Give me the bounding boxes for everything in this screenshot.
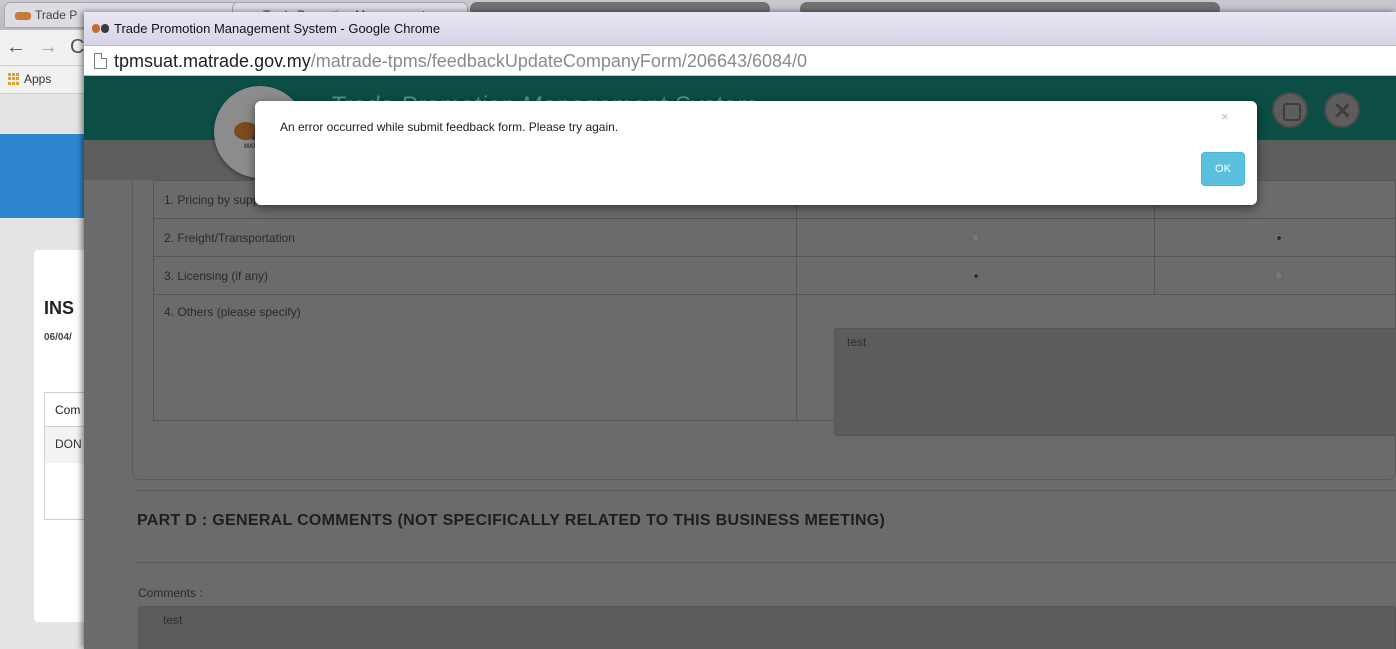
constraint-label: 4. Others (please specify): [153, 294, 797, 421]
forward-arrow-icon[interactable]: →: [38, 36, 58, 59]
table-row: 3. Licensing (if any): [153, 256, 1396, 295]
apps-grid-icon[interactable]: [8, 73, 20, 85]
background-tab-1-label: Trade P: [35, 8, 78, 22]
comments-label: Comments :: [138, 586, 203, 600]
back-arrow-icon[interactable]: ←: [6, 36, 26, 59]
constraint-cell: [796, 218, 1155, 257]
close-icon[interactable]: [1324, 92, 1360, 128]
constraint-cell: [796, 256, 1155, 295]
licensing-option-1-radio[interactable]: [971, 270, 980, 280]
reload-icon[interactable]: C: [70, 36, 84, 59]
url-text[interactable]: tpmsuat.matrade.gov.my/matrade-tpms/feed…: [114, 51, 807, 72]
close-icon[interactable]: ×: [1221, 109, 1229, 124]
url-path: /matrade-tpms/feedbackUpdateCompanyForm/…: [310, 51, 808, 71]
popup-title-bar[interactable]: Trade Promotion Management System - Goog…: [84, 12, 1396, 46]
ok-button[interactable]: OK: [1201, 152, 1245, 186]
constraint-label: 2. Freight/Transportation: [153, 218, 797, 257]
background-card-title: INS: [44, 298, 75, 318]
constraints-panel: 1. Pricing by suppliers 2. Freight/Trans…: [132, 180, 1396, 480]
error-dialog: An error occurred while submit feedback …: [255, 101, 1257, 205]
licensing-option-2-radio[interactable]: [1274, 270, 1283, 280]
url-host: tpmsuat.matrade.gov.my: [114, 51, 311, 71]
constraint-label: 3. Licensing (if any): [153, 256, 797, 295]
background-card-date: 06/04/: [44, 332, 72, 343]
apps-bookmark[interactable]: Apps: [24, 72, 51, 86]
section-divider: [134, 562, 1396, 563]
constraint-cell: [1154, 218, 1396, 257]
constraint-cell: [1154, 256, 1396, 295]
table-row: 2. Freight/Transportation: [153, 218, 1396, 257]
popup-window-title: Trade Promotion Management System - Goog…: [114, 21, 441, 36]
others-specify-textarea[interactable]: test: [834, 328, 1396, 436]
comments-textarea[interactable]: test: [138, 606, 1396, 649]
page-icon: [94, 53, 107, 69]
matrade-favicon-icon: [92, 24, 110, 33]
freight-option-2-radio[interactable]: [1274, 232, 1283, 242]
section-divider: [134, 490, 1396, 491]
print-icon[interactable]: [1272, 92, 1308, 128]
matrade-favicon-icon: [15, 12, 31, 20]
error-message: An error occurred while submit feedback …: [280, 120, 619, 134]
address-bar[interactable]: tpmsuat.matrade.gov.my/matrade-tpms/feed…: [84, 46, 1396, 76]
freight-option-1-radio[interactable]: [971, 232, 980, 242]
part-d-heading: PART D : GENERAL COMMENTS (NOT SPECIFICA…: [137, 512, 886, 529]
